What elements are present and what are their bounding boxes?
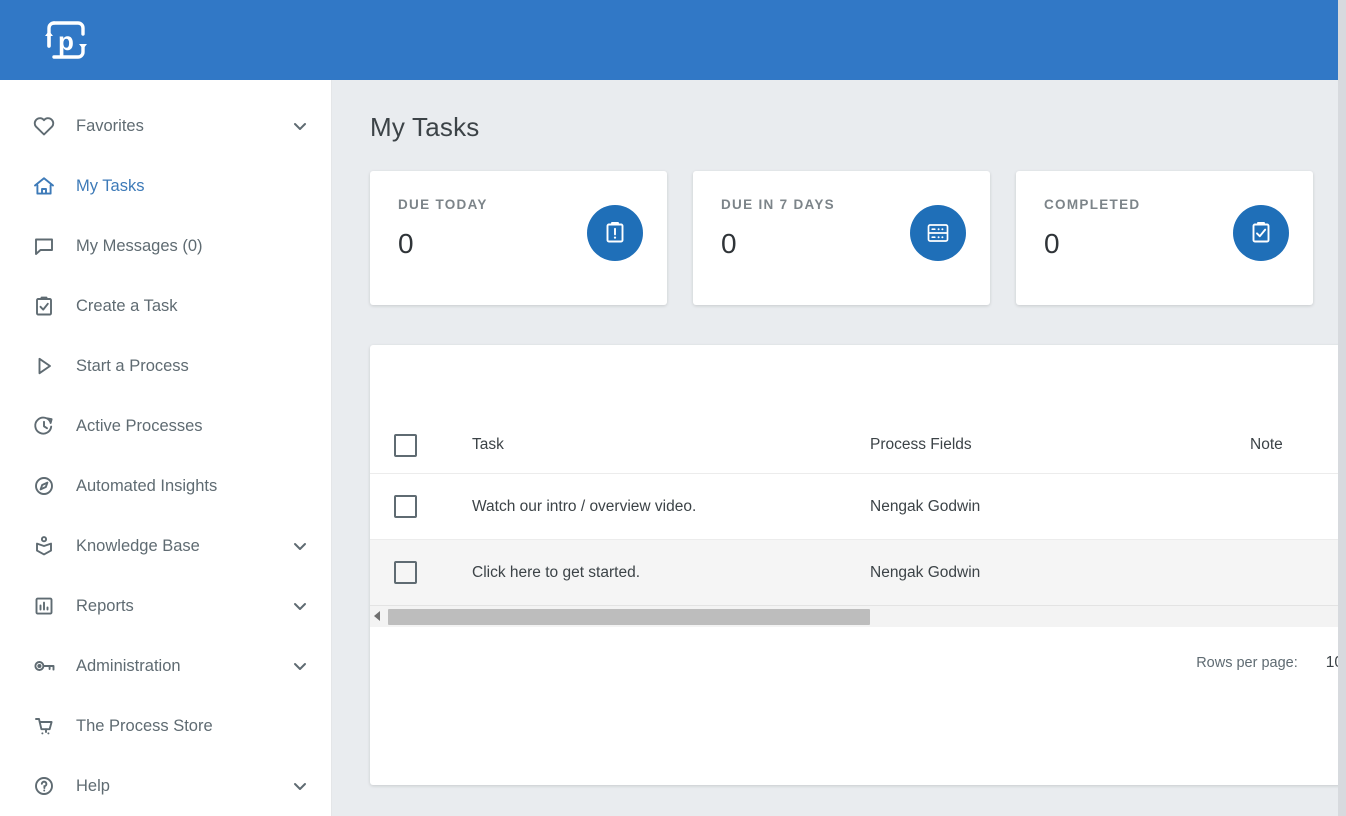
chevron-down-icon[interactable] xyxy=(291,117,309,135)
sidebar-item-label: Help xyxy=(76,776,110,795)
sidebar-item-label: Knowledge Base xyxy=(76,536,200,555)
sidebar-item-label: Create a Task xyxy=(76,296,178,315)
main-content: My Tasks DUE TODAY 0 DUE IN 7 DAYS 0 COM… xyxy=(332,80,1338,816)
sidebar-item-label: Favorites xyxy=(76,116,144,135)
select-all-cell xyxy=(370,433,426,457)
stat-card-badge xyxy=(587,205,643,261)
row-select-cell xyxy=(370,561,426,584)
clipboard-check-icon xyxy=(32,293,62,319)
scroll-left-arrow-icon[interactable] xyxy=(374,611,380,621)
rows-per-page-label: Rows per page: xyxy=(1196,655,1298,671)
svg-text:p: p xyxy=(58,26,74,56)
table-toolbar xyxy=(370,345,1338,417)
sidebar-item-automated-insights[interactable]: Automated Insights xyxy=(0,456,331,516)
sidebar-item-label: My Tasks xyxy=(76,176,145,195)
cell-process-fields: Nengak Godwin xyxy=(870,497,981,515)
clipboard-check-icon xyxy=(1252,222,1270,243)
process-cycle-p-logo-icon: p xyxy=(45,21,87,59)
book-person-icon xyxy=(32,533,62,559)
chat-icon xyxy=(32,233,62,259)
play-icon xyxy=(32,353,62,379)
table-row[interactable]: Watch our intro / overview video. Nengak… xyxy=(370,473,1338,539)
clock-refresh-icon xyxy=(32,413,62,439)
page-scrollbar[interactable] xyxy=(1338,0,1346,816)
clipboard-alert-icon xyxy=(606,222,624,243)
stat-card-completed[interactable]: COMPLETED 0 xyxy=(1016,171,1313,305)
chevron-down-icon[interactable] xyxy=(291,657,309,675)
select-all-checkbox[interactable] xyxy=(393,433,417,457)
stat-card-badge xyxy=(910,205,966,261)
sidebar-item-label: Start a Process xyxy=(76,356,189,375)
chevron-down-icon[interactable] xyxy=(291,597,309,615)
cell-task[interactable]: Click here to get started. xyxy=(472,564,870,582)
column-header-task[interactable]: Task xyxy=(472,436,870,454)
column-header-note[interactable]: Note xyxy=(1250,436,1338,454)
column-header-process-fields[interactable]: Process Fields xyxy=(870,436,1250,454)
shopping-cart-icon xyxy=(32,713,62,739)
agenda-list-icon xyxy=(927,224,949,242)
table-header-row: Task Process Fields Note xyxy=(370,417,1338,473)
sidebar-item-administration[interactable]: Administration xyxy=(0,636,331,696)
summary-cards: DUE TODAY 0 DUE IN 7 DAYS 0 COMPLETED 0 xyxy=(370,171,1338,305)
sidebar-item-label: The Process Store xyxy=(76,716,213,735)
row-checkbox[interactable] xyxy=(393,561,417,584)
rows-per-page-value[interactable]: 10 xyxy=(1326,654,1338,672)
scrollbar-thumb[interactable] xyxy=(388,609,870,625)
sidebar-item-my-messages[interactable]: My Messages (0) xyxy=(0,216,331,276)
page-title: My Tasks xyxy=(370,112,480,142)
sidebar-item-label: Administration xyxy=(76,656,181,675)
question-circle-icon xyxy=(32,773,62,799)
sidebar-item-label: Active Processes xyxy=(76,416,203,435)
sidebar-item-label: Automated Insights xyxy=(76,476,218,495)
sidebar-item-reports[interactable]: Reports xyxy=(0,576,331,636)
cell-process-fields: Nengak Godwin xyxy=(870,563,981,581)
row-select-cell xyxy=(370,495,426,518)
sidebar-item-start-a-process[interactable]: Start a Process xyxy=(0,336,331,396)
sidebar-item-active-processes[interactable]: Active Processes xyxy=(0,396,331,456)
key-icon xyxy=(32,653,62,679)
sidebar-item-the-process-store[interactable]: The Process Store xyxy=(0,696,331,756)
sidebar: Favorites My Tasks My Messages (0) Creat… xyxy=(0,80,332,816)
sidebar-item-label: Reports xyxy=(76,596,134,615)
table-row[interactable]: Click here to get started. Nengak Godwin xyxy=(370,539,1338,605)
bar-chart-icon xyxy=(32,593,62,619)
sidebar-item-label: My Messages (0) xyxy=(76,236,203,255)
compass-icon xyxy=(32,473,62,499)
row-checkbox[interactable] xyxy=(393,495,417,518)
stat-card-due-in-7-days[interactable]: DUE IN 7 DAYS 0 xyxy=(693,171,990,305)
chevron-down-icon[interactable] xyxy=(291,777,309,795)
table-horizontal-scrollbar[interactable] xyxy=(370,605,1338,627)
sidebar-item-my-tasks[interactable]: My Tasks xyxy=(0,156,331,216)
home-icon xyxy=(32,173,62,199)
app-root: p Favorites My Tasks My Messages (0) Cre… xyxy=(0,0,1346,816)
cell-task[interactable]: Watch our intro / overview video. xyxy=(472,498,870,516)
sidebar-item-knowledge-base[interactable]: Knowledge Base xyxy=(0,516,331,576)
stat-card-badge xyxy=(1233,205,1289,261)
tasks-table-card: Task Process Fields Note Watch our intro… xyxy=(370,345,1338,785)
sidebar-item-create-a-task[interactable]: Create a Task xyxy=(0,276,331,336)
app-logo[interactable]: p xyxy=(38,12,94,68)
top-bar: p xyxy=(0,0,1338,80)
stat-card-due-today[interactable]: DUE TODAY 0 xyxy=(370,171,667,305)
sidebar-item-favorites[interactable]: Favorites xyxy=(0,96,331,156)
sidebar-item-help[interactable]: Help xyxy=(0,756,331,816)
table-footer: Rows per page: 10 xyxy=(370,627,1338,699)
heart-icon xyxy=(32,113,62,139)
chevron-down-icon[interactable] xyxy=(291,537,309,555)
